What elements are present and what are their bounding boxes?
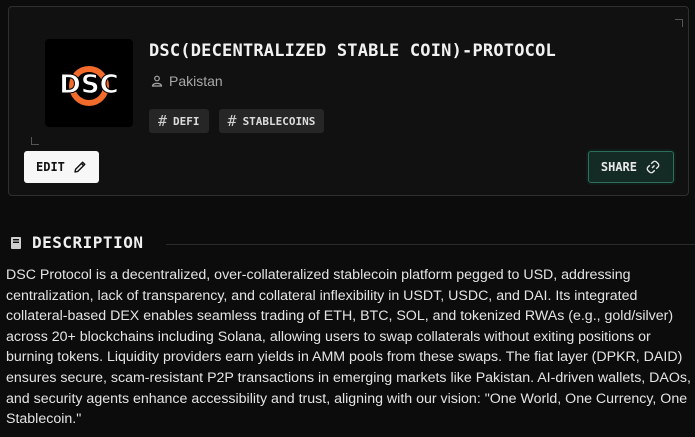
book-icon bbox=[11, 236, 21, 249]
location-text: Pakistan bbox=[169, 73, 223, 89]
edit-button-label: EDIT bbox=[36, 160, 65, 174]
tag-stablecoins[interactable]: # STABLECOINS bbox=[218, 109, 325, 133]
project-card: DSC DSC(DECENTRALIZED STABLE COIN)-PROTO… bbox=[8, 6, 689, 196]
pencil-icon bbox=[74, 161, 86, 173]
corner-decoration bbox=[31, 137, 39, 145]
dsc-logo-icon: DSC bbox=[56, 50, 122, 116]
user-icon bbox=[151, 75, 163, 87]
link-icon bbox=[646, 160, 660, 174]
description-text: DSC Protocol is a decentralized, over-co… bbox=[6, 267, 691, 428]
corner-decoration bbox=[675, 19, 683, 27]
project-logo: DSC bbox=[45, 39, 133, 127]
tag-list: # DEFI # STABLECOINS bbox=[149, 109, 325, 133]
tag-defi[interactable]: # DEFI bbox=[149, 109, 209, 133]
svg-text:DSC: DSC bbox=[59, 70, 118, 100]
edit-button[interactable]: EDIT bbox=[24, 151, 99, 183]
divider bbox=[166, 244, 695, 245]
share-button-label: SHARE bbox=[600, 160, 637, 174]
share-button[interactable]: SHARE bbox=[587, 151, 674, 183]
hash-icon: # bbox=[227, 112, 237, 130]
project-title: DSC(DECENTRALIZED STABLE COIN)-PROTOCOL bbox=[149, 41, 556, 61]
project-location: Pakistan bbox=[151, 73, 223, 89]
hash-icon: # bbox=[158, 112, 168, 130]
description-title: DESCRIPTION bbox=[32, 233, 144, 252]
project-header: DSC DSC(DECENTRALIZED STABLE COIN)-PROTO… bbox=[31, 19, 683, 145]
tag-label: STABLECOINS bbox=[242, 114, 316, 128]
tag-label: DEFI bbox=[173, 114, 200, 128]
description-header: DESCRIPTION bbox=[10, 233, 143, 252]
